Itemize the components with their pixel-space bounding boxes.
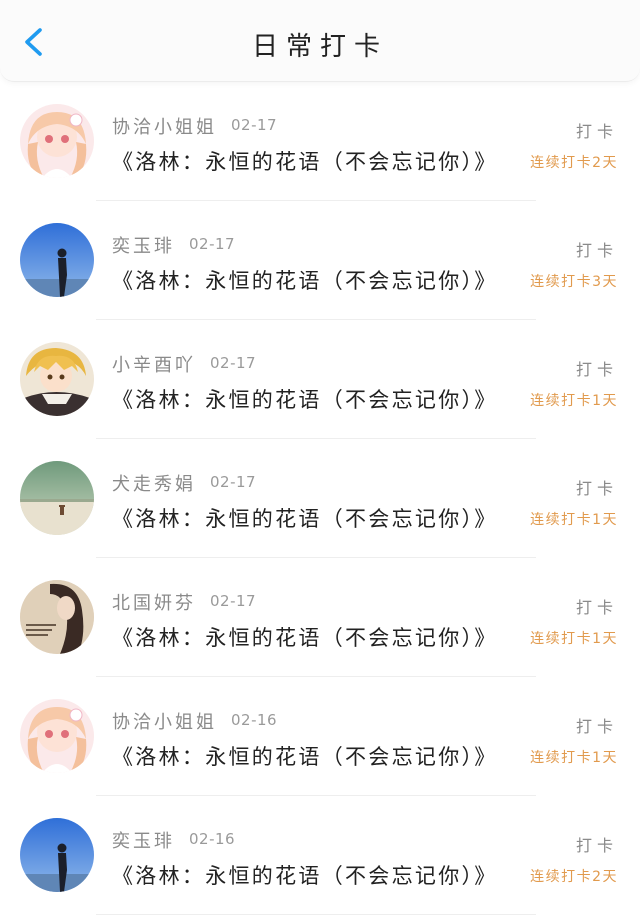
checkin-label: 打卡 (575, 717, 618, 736)
streak-badge: 连续打卡1天 (530, 631, 618, 647)
book-title[interactable]: 《洛林：永恒的花语（不会忘记你）》 (112, 503, 498, 533)
checkin-date: 02-17 (189, 235, 236, 253)
avatar[interactable] (20, 818, 94, 892)
avatar[interactable] (20, 342, 94, 416)
checkin-row[interactable]: 协洽小姐姐 02-16 《洛林：永恒的花语（不会忘记你）》 打卡连续打卡1天 (0, 677, 640, 796)
streak-badge: 连续打卡3天 (530, 274, 618, 290)
user-name[interactable]: 协洽小姐姐 (112, 113, 217, 139)
avatar-image (20, 342, 94, 416)
streak-badge: 连续打卡1天 (530, 393, 618, 409)
book-title[interactable]: 《洛林：永恒的花语（不会忘记你）》 (112, 622, 498, 652)
avatar-image (20, 580, 94, 654)
checkin-row[interactable]: 奕玉琲 02-16 《洛林：永恒的花语（不会忘记你）》 打卡连续打卡2天 (0, 796, 640, 915)
book-title[interactable]: 《洛林：永恒的花语（不会忘记你）》 (112, 860, 498, 890)
avatar-image (20, 461, 94, 535)
checkin-date: 02-17 (231, 116, 278, 134)
checkin-label: 打卡 (575, 360, 618, 379)
avatar-image (20, 104, 94, 178)
checkin-label: 打卡 (575, 836, 618, 855)
checkin-date: 02-17 (210, 592, 257, 610)
avatar[interactable] (20, 699, 94, 773)
streak-badge: 连续打卡2天 (530, 869, 618, 885)
checkin-row[interactable]: 奕玉琲 02-17 《洛林：永恒的花语（不会忘记你）》 打卡连续打卡3天 (0, 201, 640, 320)
checkin-row[interactable]: 协洽小姐姐 02-17 《洛林：永恒的花语（不会忘记你）》 打卡连续打卡2天 (0, 82, 640, 201)
avatar[interactable] (20, 580, 94, 654)
checkin-date: 02-17 (210, 354, 257, 372)
avatar-image (20, 223, 94, 297)
user-name[interactable]: 协洽小姐姐 (112, 708, 217, 734)
book-title[interactable]: 《洛林：永恒的花语（不会忘记你）》 (112, 265, 498, 295)
page-title: 日常打卡 (251, 32, 388, 62)
checkin-date: 02-17 (210, 473, 257, 491)
divider (96, 914, 536, 915)
book-title[interactable]: 《洛林：永恒的花语（不会忘记你）》 (112, 146, 498, 176)
checkin-row[interactable]: 犬走秀娟 02-17 《洛林：永恒的花语（不会忘记你）》 打卡连续打卡1天 (0, 439, 640, 558)
checkin-list: 协洽小姐姐 02-17 《洛林：永恒的花语（不会忘记你）》 打卡 连续打卡2天 奕玉琲 02… (0, 82, 640, 915)
streak-badge: 连续打卡1天 (530, 512, 618, 528)
checkin-row[interactable]: 北国妍芬 02-17 《洛林：永恒的花语（不会忘记你）》 打卡连续打卡1天 (0, 558, 640, 677)
checkin-row[interactable]: 小辛酉吖 02-17 《洛林：永恒的花语（不会忘记你）》 打卡连续打卡1天 (0, 320, 640, 439)
checkin-date: 02-16 (231, 711, 278, 729)
avatar[interactable] (20, 104, 94, 178)
avatar[interactable] (20, 461, 94, 535)
checkin-label: 打卡 (575, 479, 618, 498)
avatar-image (20, 818, 94, 892)
checkin-label: 打卡 (575, 598, 618, 617)
streak-badge: 连续打卡1天 (530, 750, 618, 766)
user-name[interactable]: 小辛酉吖 (112, 351, 196, 377)
book-title[interactable]: 《洛林：永恒的花语（不会忘记你）》 (112, 384, 498, 414)
checkin-label: 打卡 (575, 122, 618, 141)
checkin-label: 打卡 (575, 241, 618, 260)
user-name[interactable]: 奕玉琲 (112, 232, 175, 258)
book-title[interactable]: 《洛林：永恒的花语（不会忘记你）》 (112, 741, 498, 771)
user-name[interactable]: 北国妍芬 (112, 589, 196, 615)
user-name[interactable]: 奕玉琲 (112, 827, 175, 853)
streak-badge: 连续打卡2天 (530, 155, 618, 171)
avatar-image (20, 699, 94, 773)
user-name[interactable]: 犬走秀娟 (112, 470, 196, 496)
top-bar: 日常打卡 (0, 0, 640, 82)
checkin-date: 02-16 (189, 830, 236, 848)
avatar[interactable] (20, 223, 94, 297)
